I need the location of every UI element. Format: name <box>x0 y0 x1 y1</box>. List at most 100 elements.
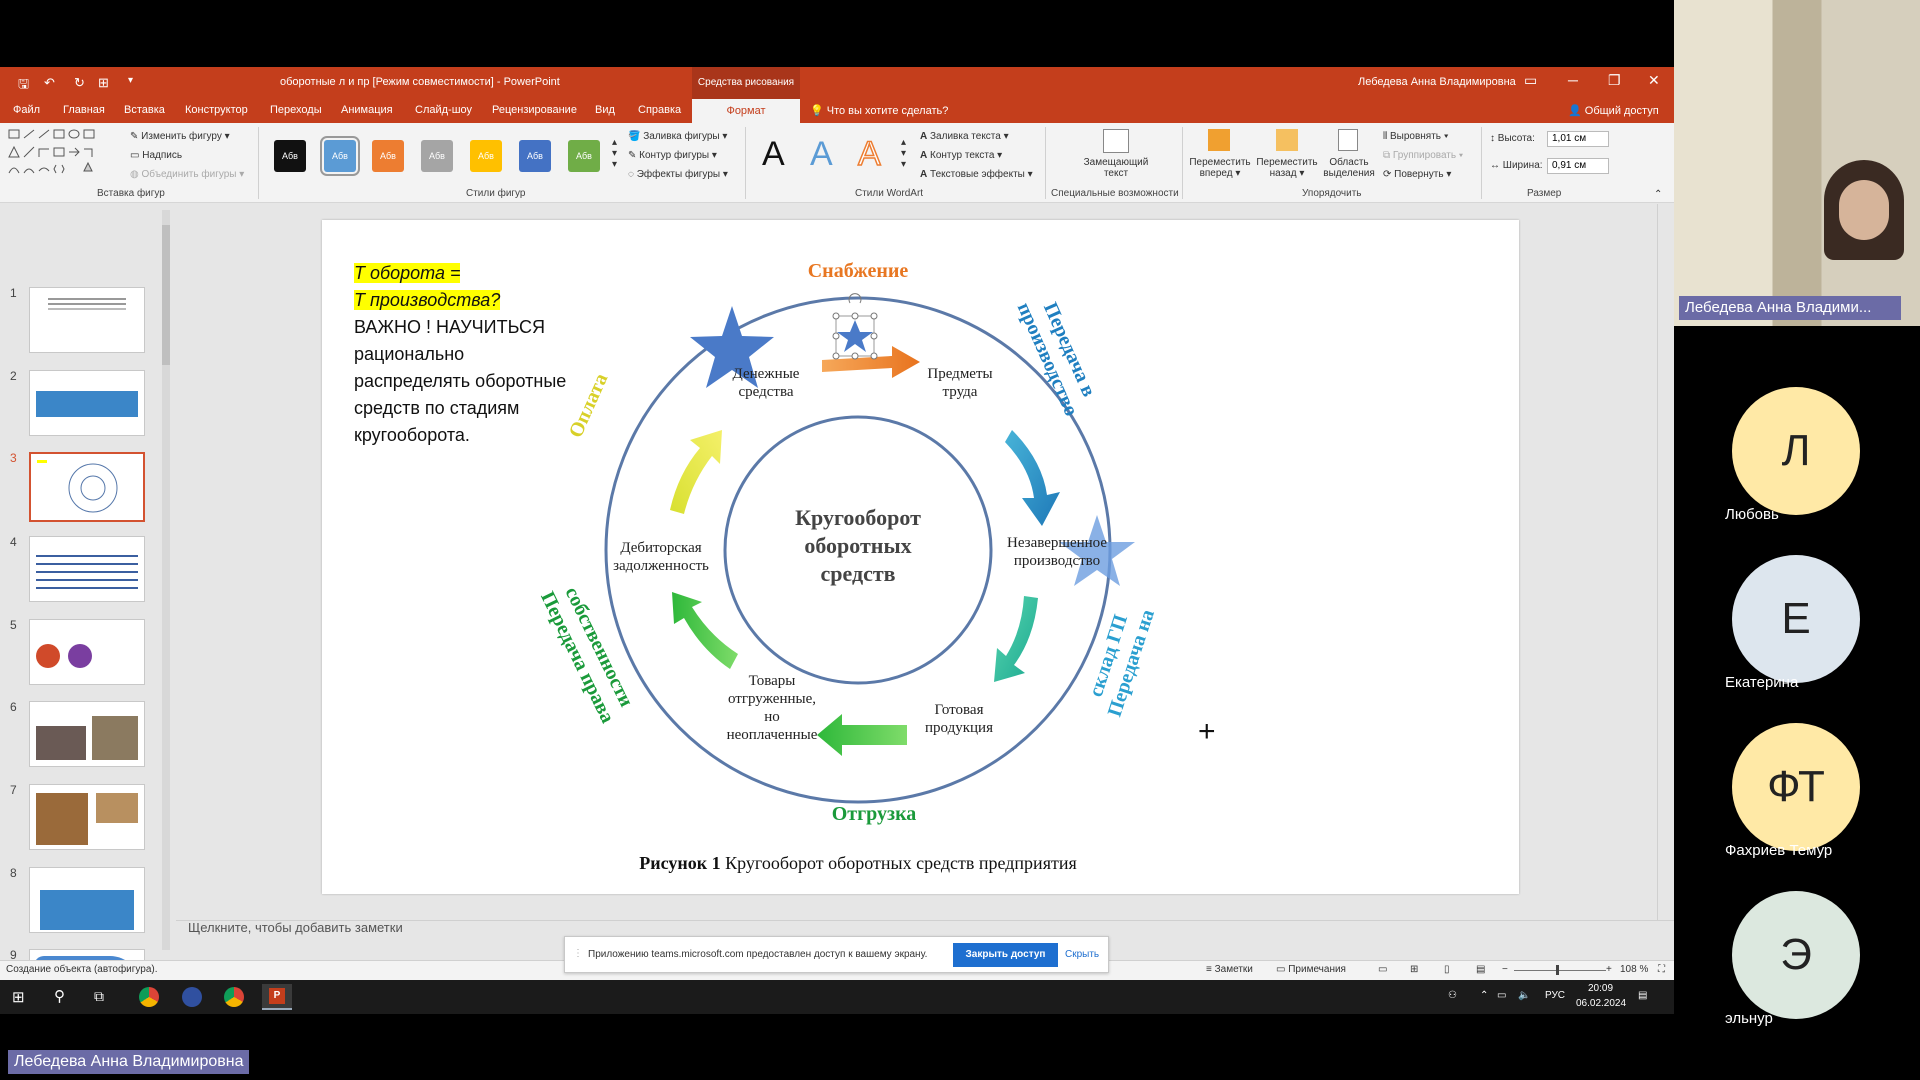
clock-time[interactable]: 20:09 <box>1588 983 1613 994</box>
minimize-icon[interactable]: ─ <box>1568 72 1578 88</box>
slide-thumbnail-3[interactable] <box>29 452 145 522</box>
slide-thumbnail-2[interactable] <box>29 370 145 436</box>
ribbon-display-icon[interactable]: ▭ <box>1524 72 1537 89</box>
tell-me-search[interactable]: 💡 Что вы хотите сделать? <box>810 104 948 117</box>
align-button[interactable]: ⫴ Выровнять ▾ <box>1383 131 1449 142</box>
shape-style-2[interactable]: Абв <box>320 136 360 176</box>
windows-start-icon[interactable]: ⊞ <box>12 988 25 1006</box>
stop-sharing-button[interactable]: Закрыть доступ <box>953 943 1058 967</box>
participant-avatar-1[interactable]: Л <box>1732 387 1860 515</box>
notes-placeholder[interactable]: Щелкните, чтобы добавить заметки <box>188 920 403 935</box>
slide-thumbnail-7[interactable] <box>29 784 145 850</box>
customize-qat-icon[interactable]: ▾ <box>128 75 133 86</box>
chrome-icon[interactable] <box>224 987 244 1007</box>
bring-forward-button[interactable]: Переместить вперед ▾ <box>1188 157 1252 179</box>
shapes-gallery[interactable] <box>6 127 118 183</box>
tab-home[interactable]: Главная <box>63 104 105 116</box>
tab-review[interactable]: Рецензирование <box>492 104 577 116</box>
slideshow-view-icon[interactable]: ▤ <box>1476 964 1485 975</box>
slide-thumbnail-6[interactable] <box>29 701 145 767</box>
share-button[interactable]: 👤 Общий доступ <box>1568 104 1659 117</box>
network-icon[interactable]: ▭ <box>1497 990 1506 1001</box>
account-name[interactable]: Лебедева Анна Владимировна <box>1358 76 1516 88</box>
participant-avatar-2[interactable]: Е <box>1732 555 1860 683</box>
redo-icon[interactable]: ↻ <box>74 75 85 91</box>
tab-file[interactable]: Файл <box>13 104 40 116</box>
restore-icon[interactable]: ❐ <box>1608 72 1621 89</box>
fit-slide-icon[interactable]: ⛶ <box>1658 964 1665 975</box>
start-slideshow-icon[interactable]: ⊞ <box>98 75 109 91</box>
selection-pane-button[interactable]: Область выделения <box>1320 157 1378 179</box>
notes-toggle[interactable]: ≡ Заметки <box>1206 964 1253 975</box>
tab-view[interactable]: Вид <box>595 104 615 116</box>
send-backward-button[interactable]: Переместить назад ▾ <box>1255 157 1319 179</box>
participant-avatar-3[interactable]: ФТ <box>1732 723 1860 851</box>
zoom-slider[interactable] <box>1514 970 1606 971</box>
tab-insert[interactable]: Вставка <box>124 104 165 116</box>
zoom-out-icon[interactable]: − <box>1502 964 1508 975</box>
selected-small-star[interactable] <box>832 293 878 360</box>
thumbnails-scrollbar-thumb[interactable] <box>162 225 170 365</box>
search-icon[interactable]: ⚲ <box>54 987 65 1005</box>
slide-thumbnail-4[interactable] <box>29 536 145 602</box>
comments-toggle[interactable]: ▭ Примечания <box>1276 964 1346 975</box>
send-backward-icon[interactable] <box>1276 129 1298 151</box>
shape-style-3[interactable]: Абв <box>372 140 404 172</box>
wordart-style-2[interactable]: A <box>810 135 833 174</box>
wordart-style-1[interactable]: A <box>762 135 785 174</box>
tab-help[interactable]: Справка <box>638 104 681 116</box>
drag-handle-icon[interactable]: ⋮ <box>573 948 583 959</box>
shape-fill-button[interactable]: 🪣 Заливка фигуры ▾ <box>628 131 727 142</box>
text-box-button[interactable]: ▭ Надпись <box>130 150 182 161</box>
slide-canvas[interactable]: Т оборота = Т производства? ВАЖНО ! НАУЧ… <box>322 220 1519 894</box>
slide-sorter-icon[interactable]: ⊞ <box>1410 964 1418 975</box>
powerpoint-taskbar-button[interactable]: P <box>262 984 292 1010</box>
close-icon[interactable]: ✕ <box>1648 72 1660 89</box>
text-outline-button[interactable]: A Контур текста ▾ <box>920 150 1002 161</box>
shape-style-6[interactable]: Абв <box>519 140 551 172</box>
wordart-style-3[interactable]: A <box>857 134 881 174</box>
slide-thumbnail-1[interactable] <box>29 287 145 353</box>
input-language[interactable]: РУС <box>1545 990 1565 1001</box>
tab-design[interactable]: Конструктор <box>185 104 248 116</box>
rotate-button[interactable]: ⟳ Повернуть ▾ <box>1383 169 1451 180</box>
shape-style-1[interactable]: Абв <box>274 140 306 172</box>
selection-pane-icon[interactable] <box>1338 129 1358 151</box>
bring-forward-icon[interactable] <box>1208 129 1230 151</box>
reading-view-icon[interactable]: ▯ <box>1444 964 1450 975</box>
save-icon[interactable]: 🖫 <box>18 75 29 97</box>
normal-view-icon[interactable]: ▭ <box>1378 964 1387 975</box>
clock-date[interactable]: 06.02.2024 <box>1576 998 1626 1009</box>
tab-transitions[interactable]: Переходы <box>270 104 322 116</box>
slide-thumbnail-5[interactable] <box>29 619 145 685</box>
slide-vertical-scrollbar[interactable] <box>1657 204 1674 960</box>
hide-notification-link[interactable]: Скрыть <box>1065 949 1099 960</box>
shape-outline-button[interactable]: ✎ Контур фигуры ▾ <box>628 150 717 161</box>
zoom-slider-thumb[interactable] <box>1556 965 1559 975</box>
width-input[interactable]: 0,91 см <box>1547 158 1609 174</box>
shape-style-7[interactable]: Абв <box>568 140 600 172</box>
task-view-icon[interactable]: ⧉ <box>94 988 104 1005</box>
people-icon[interactable]: ⚇ <box>1448 990 1457 1001</box>
tray-expand-icon[interactable]: ⌃ <box>1480 990 1488 1001</box>
undo-icon[interactable]: ↶ <box>44 75 55 91</box>
edit-shape-button[interactable]: ✎ Изменить фигуру ▾ <box>130 131 230 142</box>
zoom-level[interactable]: 108 % <box>1620 964 1648 975</box>
gallery-scroll-icon[interactable]: ▴ ▾ ▾ <box>612 137 617 170</box>
alt-text-button[interactable]: Замещающий текст <box>1080 157 1152 179</box>
tab-animations[interactable]: Анимация <box>341 104 393 116</box>
yandex-browser-icon[interactable] <box>182 987 202 1007</box>
tab-slideshow[interactable]: Слайд-шоу <box>415 104 472 116</box>
shape-effects-button[interactable]: ◌ Эффекты фигуры ▾ <box>628 169 728 180</box>
wordart-gallery-scroll-icon[interactable]: ▴ ▾ ▾ <box>901 137 906 170</box>
chrome-icon[interactable] <box>139 987 159 1007</box>
tab-format[interactable]: Формат <box>692 99 800 123</box>
height-input[interactable]: 1,01 см <box>1547 131 1609 147</box>
collapse-ribbon-icon[interactable]: ⌃ <box>1654 189 1662 200</box>
slide-thumbnail-8[interactable] <box>29 867 145 933</box>
text-effects-button[interactable]: A Текстовые эффекты ▾ <box>920 169 1033 180</box>
text-fill-button[interactable]: A Заливка текста ▾ <box>920 131 1009 142</box>
zoom-in-icon[interactable]: + <box>1606 964 1612 975</box>
notification-center-icon[interactable]: ▤ <box>1638 990 1647 1001</box>
shape-style-5[interactable]: Абв <box>470 140 502 172</box>
